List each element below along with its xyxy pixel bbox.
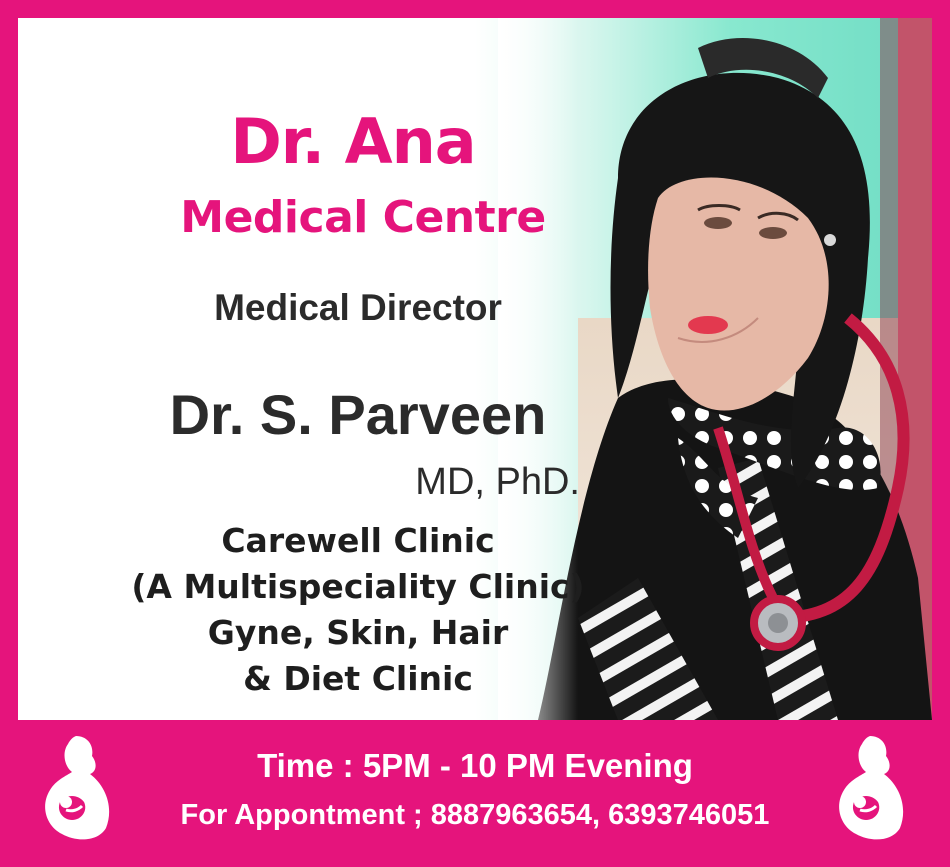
mother-baby-icon <box>45 736 110 840</box>
doctor-degree: MD, PhD. <box>415 461 580 503</box>
clinic-hours: Time : 5PM - 10 PM Evening <box>257 747 693 784</box>
poster-content: Dr. Ana Medical Centre Medical Director … <box>18 18 932 720</box>
clinic-info-line1: Carewell Clinic <box>221 521 495 560</box>
clinic-info-line2: (A Multispeciality Clinic) <box>131 567 585 606</box>
role-title: Medical Director <box>214 287 502 328</box>
clinic-info-line3: Gyne, Skin, Hair <box>207 613 509 652</box>
appointment-phones: For Appontment ; 8887963654, 6393746051 <box>180 799 770 831</box>
mother-baby-icon <box>839 736 904 840</box>
clinic-name-line2: Medical Centre <box>180 192 546 243</box>
doctor-name: Dr. S. Parveen <box>169 383 547 446</box>
clinic-info-line4: & Diet Clinic <box>243 659 473 698</box>
clinic-name-line1: Dr. Ana <box>230 105 476 178</box>
poster-frame: Dr. Ana Medical Centre Medical Director … <box>0 0 950 867</box>
clinic-info: Carewell Clinic (A Multispeciality Clini… <box>18 518 698 702</box>
